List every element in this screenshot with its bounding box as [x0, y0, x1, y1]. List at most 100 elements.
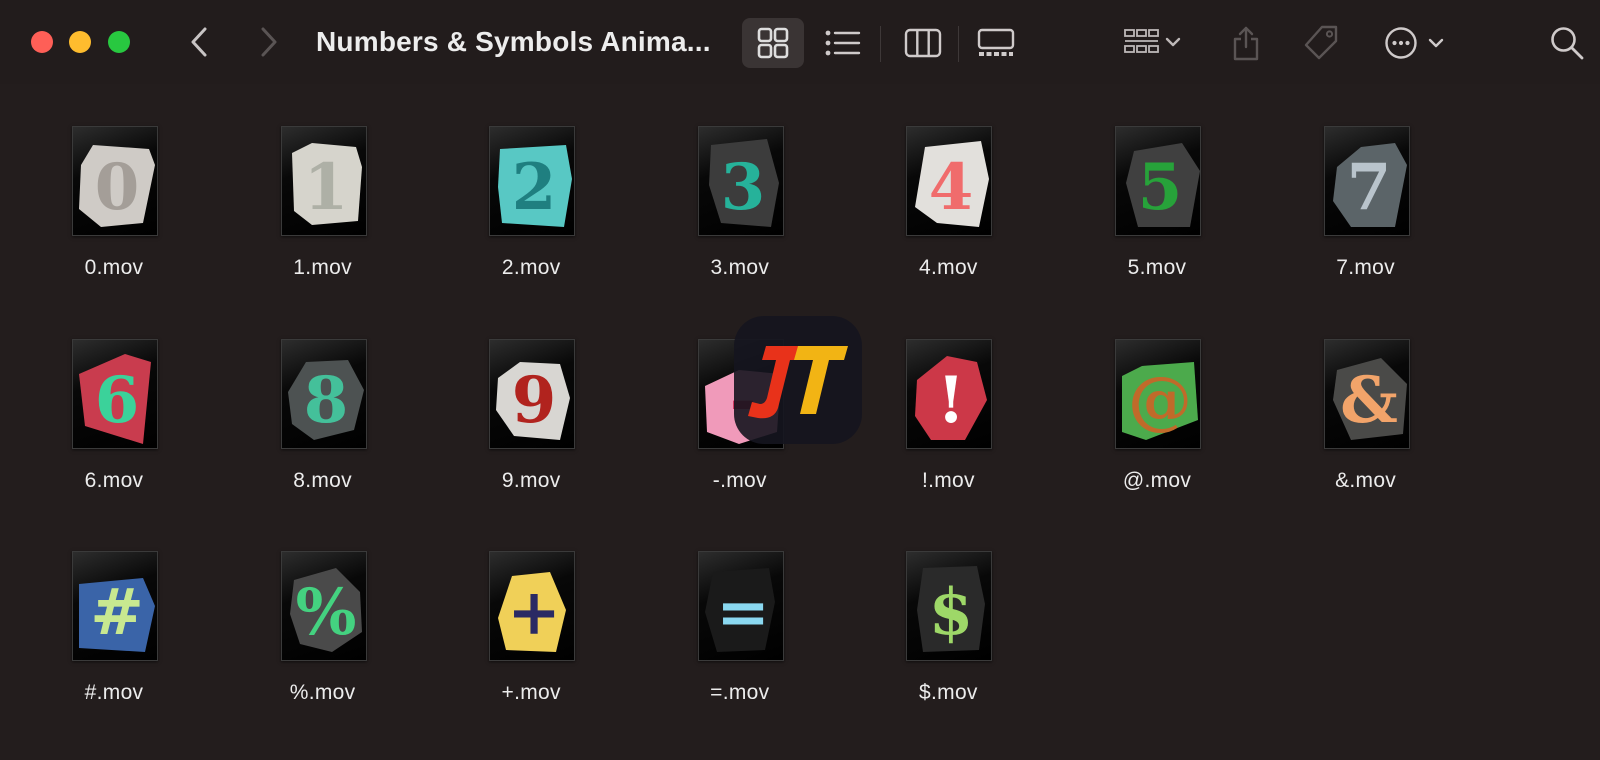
tag-icon — [1304, 25, 1338, 60]
file-name-label: 4.mov — [919, 256, 978, 279]
file-item[interactable]: 0 0.mov — [14, 84, 214, 279]
thumbnail-glyph: 7 — [1346, 150, 1391, 225]
file-item[interactable]: 2 2.mov — [431, 84, 631, 279]
file-item[interactable]: + +.mov — [431, 509, 631, 704]
icon-view-button[interactable] — [742, 18, 804, 68]
file-name-label: 8.mov — [293, 468, 352, 492]
window-title: Numbers & Symbols Anima... — [316, 26, 711, 57]
file-name-label: 3.mov — [710, 256, 770, 279]
grid-icon — [757, 27, 789, 59]
gallery-view-button[interactable] — [965, 18, 1027, 68]
thumbnail-glyph: ! — [937, 363, 965, 438]
file-name-label: =.mov — [710, 681, 770, 704]
thumbnail-glyph: 8 — [303, 363, 348, 438]
thumbnail-glyph: 6 — [95, 363, 140, 438]
thumbnail-glyph: % — [295, 575, 356, 650]
tag-button[interactable] — [1295, 18, 1347, 68]
video-thumbnail: 2 — [489, 126, 576, 236]
video-thumbnail: & — [1323, 338, 1410, 449]
file-name-label: 2.mov — [501, 256, 561, 279]
video-thumbnail: 8 — [280, 338, 367, 449]
video-thumbnail: # — [72, 551, 158, 661]
file-name-label: $.mov — [919, 681, 978, 704]
video-thumbnail: 6 — [72, 338, 158, 449]
file-item[interactable]: 5 5.mov — [1057, 84, 1257, 279]
group-by-button[interactable] — [1115, 18, 1191, 68]
columns-icon — [904, 28, 942, 58]
video-thumbnail: @ — [1115, 338, 1201, 449]
file-name-label: 7.mov — [1336, 256, 1395, 279]
thumbnail-glyph: 0 — [95, 150, 140, 225]
more-actions-button[interactable] — [1380, 18, 1452, 68]
thumbnail-glyph: 3 — [721, 150, 766, 225]
file-item[interactable]: & &.mov — [1266, 297, 1466, 492]
file-item[interactable]: 7 7.mov — [1266, 84, 1466, 279]
video-thumbnail: % — [280, 551, 367, 661]
back-button[interactable] — [180, 22, 220, 62]
file-item[interactable]: $ $.mov — [848, 509, 1048, 704]
file-name-label: 1.mov — [293, 256, 352, 279]
video-thumbnail: + — [489, 551, 576, 661]
column-view-button[interactable] — [892, 18, 954, 68]
file-name-label: +.mov — [501, 681, 561, 704]
thumbnail-glyph: 2 — [512, 150, 557, 225]
share-icon — [1233, 26, 1259, 61]
gallery-icon — [977, 28, 1015, 56]
thumbnail-glyph: = — [716, 575, 770, 650]
video-thumbnail: ! — [906, 338, 993, 449]
list-icon — [825, 30, 861, 56]
file-item[interactable]: 4 4.mov — [848, 84, 1048, 279]
file-name-label: %.mov — [289, 681, 356, 704]
toolbar-separator — [880, 26, 881, 62]
file-item[interactable]: 6 6.mov — [14, 297, 214, 492]
file-item[interactable]: 3 3.mov — [640, 84, 840, 279]
video-thumbnail: 4 — [906, 126, 993, 236]
toolbar-separator — [958, 26, 959, 62]
file-item[interactable]: 8 8.mov — [223, 297, 423, 492]
group-by-icon — [1124, 29, 1181, 53]
file-name-label: !.mov — [921, 468, 975, 492]
thumbnail-glyph: $ — [929, 575, 974, 650]
thumbnail-glyph: + — [507, 575, 561, 650]
thumbnail-glyph: # — [90, 575, 144, 650]
video-thumbnail: 9 — [489, 338, 576, 449]
close-window-button[interactable] — [31, 31, 53, 53]
video-thumbnail: $ — [906, 551, 993, 661]
thumbnail-glyph: 9 — [512, 363, 557, 438]
video-thumbnail: = — [697, 551, 784, 661]
chevron-down-icon — [1428, 38, 1444, 48]
share-button[interactable] — [1222, 18, 1270, 68]
file-name-label: 5.mov — [1127, 256, 1187, 279]
file-item[interactable]: 9 9.mov — [431, 297, 631, 492]
file-item[interactable]: @ @.mov — [1057, 297, 1257, 492]
chevron-right-icon — [261, 27, 277, 57]
file-item[interactable]: = =.mov — [640, 509, 840, 704]
file-name-label: &.mov — [1335, 468, 1397, 492]
chevron-left-icon — [191, 27, 207, 57]
file-item[interactable]: % %.mov — [223, 509, 423, 704]
video-thumbnail: 3 — [697, 126, 784, 236]
ellipsis-icon — [1385, 27, 1444, 59]
thumbnail-glyph: 4 — [929, 150, 974, 225]
file-item[interactable]: 1 1.mov — [223, 84, 423, 279]
zoom-window-button[interactable] — [108, 31, 130, 53]
file-name-label: @.mov — [1122, 468, 1192, 492]
file-name-label: 6.mov — [84, 468, 144, 492]
list-view-button[interactable] — [812, 18, 874, 68]
window-toolbar: Numbers & Symbols Anima... — [0, 0, 1600, 84]
minimize-window-button[interactable] — [69, 31, 91, 53]
chevron-down-icon — [1165, 37, 1181, 47]
video-thumbnail: 0 — [72, 126, 158, 236]
video-thumbnail: 7 — [1323, 126, 1410, 236]
file-item[interactable]: # #.mov — [14, 509, 214, 704]
forward-button[interactable] — [248, 22, 288, 62]
search-button[interactable] — [1542, 18, 1592, 68]
thumbnail-glyph: 1 — [303, 150, 348, 225]
search-icon — [1551, 27, 1584, 60]
video-thumbnail: 5 — [1115, 126, 1201, 236]
file-name-label: 9.mov — [501, 468, 561, 492]
file-name-label: #.mov — [84, 681, 144, 704]
file-name-label: 0.mov — [84, 256, 144, 279]
thumbnail-glyph: @ — [1128, 363, 1192, 438]
file-item[interactable]: ! !.mov — [848, 297, 1048, 492]
